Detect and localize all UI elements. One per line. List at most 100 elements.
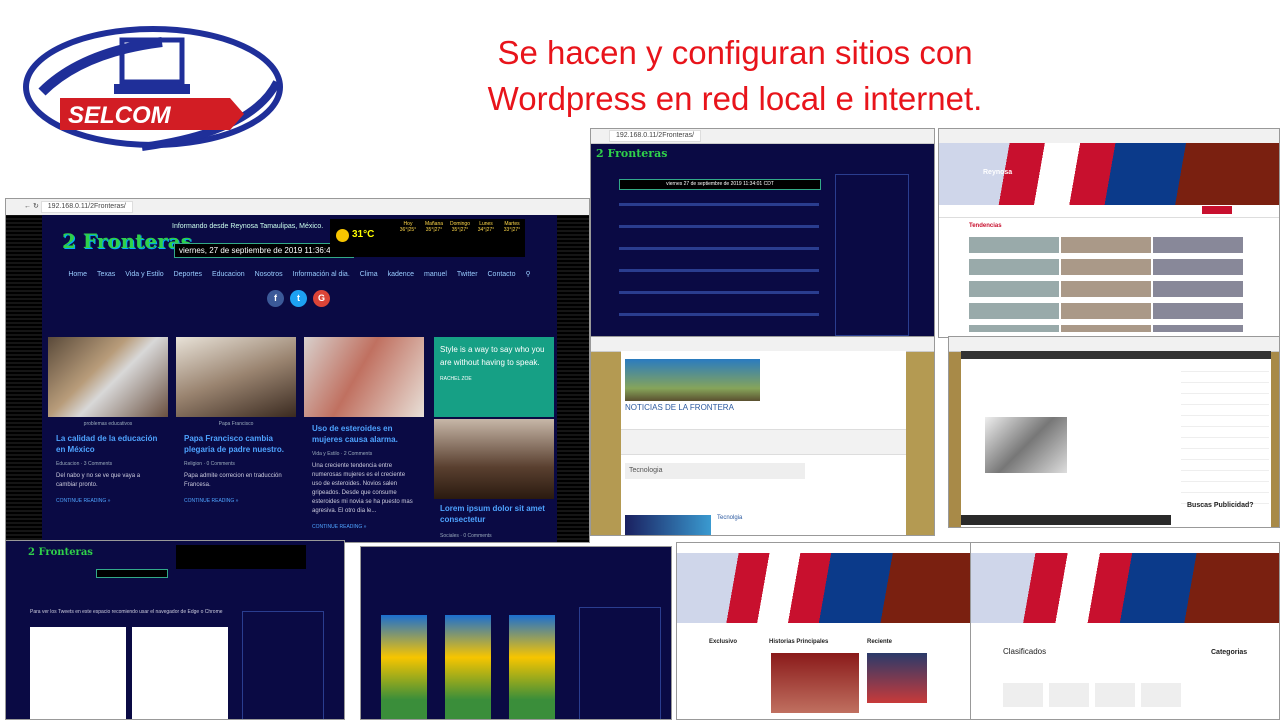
- headline: Se hacen y configuran sitios con Wordpre…: [420, 30, 1050, 122]
- back-icon[interactable]: ←: [24, 203, 31, 210]
- post-excerpt: Una creciente tendencia entre numerosas …: [312, 463, 413, 514]
- logo-text: SELCOM: [68, 102, 172, 129]
- main-screenshot: ← ↻ 192.168.0.11/2Fronteras/ 2 Fronteras…: [5, 198, 590, 543]
- header-banner: [677, 553, 971, 623]
- column-heading: Reciente: [867, 639, 893, 645]
- sidebar-heading: Buscas Publicidad?: [1187, 502, 1254, 509]
- nav-bar: [961, 351, 1271, 359]
- list-item: [1061, 237, 1151, 332]
- column-heading: Historias Principales: [769, 639, 829, 645]
- quote-box: Style is a way to say who you are withou…: [434, 337, 554, 417]
- browser-bar: [949, 337, 1279, 352]
- post-image[interactable]: [304, 337, 424, 417]
- quote-author: RACHEL ZOE: [440, 376, 472, 382]
- sidebar: [1181, 361, 1269, 511]
- post-image[interactable]: [176, 337, 296, 417]
- refresh-icon[interactable]: ↻: [33, 203, 39, 210]
- nav-item[interactable]: manuel: [424, 271, 447, 278]
- read-more-link[interactable]: CONTINUE READING »: [312, 524, 416, 530]
- quote-text: Style is a way to say who you are withou…: [440, 345, 545, 367]
- weather-card: [509, 615, 555, 719]
- nav-item[interactable]: Educacion: [212, 271, 245, 278]
- post-category: Papa Francisco: [218, 421, 254, 427]
- post-image[interactable]: [867, 653, 927, 703]
- main-nav: Home Texas Vida y Estilo Deportes Educac…: [42, 270, 557, 278]
- twitter-icon[interactable]: t: [290, 290, 307, 307]
- nav-item[interactable]: Twitter: [457, 271, 478, 278]
- weather-card: [381, 615, 427, 719]
- sidebar: [835, 174, 909, 336]
- post-excerpt: Papa admite correcion en traducción Fran…: [184, 473, 282, 488]
- nav-item[interactable]: Información al dia.: [293, 271, 350, 278]
- list-item: [619, 313, 819, 316]
- list-item: [619, 269, 819, 272]
- post-image[interactable]: [48, 337, 168, 417]
- post-title[interactable]: Uso de esteroides en mujeres causa alarm…: [312, 423, 416, 445]
- weather-widget: [176, 545, 306, 569]
- post-title[interactable]: Lorem ipsum dolor sit amet consectetur: [440, 503, 550, 525]
- post-title[interactable]: La calidad de la educación en México: [56, 433, 160, 455]
- screenshot-tecnologia: Buscas Publicidad?: [948, 336, 1280, 528]
- sidebar-heading: Categorias: [1211, 649, 1248, 656]
- date-clock: [96, 569, 168, 578]
- nav-item[interactable]: Vida y Estilo: [125, 271, 163, 278]
- search-icon[interactable]: ⚲: [525, 271, 530, 278]
- screenshot-clasificados: Clasificados Categorias: [970, 542, 1280, 720]
- post-card[interactable]: Uso de esteroides en mujeres causa alarm…: [304, 337, 424, 542]
- post-card[interactable]: Papa Francisco Papa Francisco cambia ple…: [176, 337, 296, 542]
- screenshot-site-list: 192.168.0.11/2Fronteras/ 2 Fronteras vie…: [590, 128, 935, 338]
- page-title: Clasificados: [1003, 647, 1047, 656]
- sidebar: [579, 607, 661, 719]
- headline-line1: Se hacen y configuran sitios con: [497, 34, 973, 71]
- post-card[interactable]: problemas educativos La calidad de la ed…: [48, 337, 168, 542]
- header-image: [625, 359, 760, 401]
- url-field[interactable]: 192.168.0.11/2Fronteras/: [40, 201, 133, 213]
- site-brand: 2 Fronteras: [596, 147, 668, 160]
- post-image[interactable]: [625, 515, 711, 535]
- side-pattern-right: [557, 215, 589, 542]
- screenshot-tweets: 2 Fronteras Para ver los Tweets en este …: [5, 540, 345, 720]
- post-image[interactable]: [771, 653, 859, 713]
- site-title[interactable]: NOTICIAS DE LA FRONTERA: [625, 403, 734, 412]
- google-plus-icon[interactable]: G: [313, 290, 330, 307]
- nav-item[interactable]: Nosotros: [255, 271, 283, 278]
- nav-item[interactable]: Texas: [97, 271, 115, 278]
- sidebar: [242, 611, 324, 719]
- post-title[interactable]: Papa Francisco cambia plegaria de padre …: [184, 433, 288, 455]
- post-meta: Sociales · 0 Comments: [440, 533, 492, 539]
- nav-item[interactable]: Home: [68, 271, 87, 278]
- category-buttons[interactable]: [1003, 683, 1183, 707]
- weather-day: Hoy 36°|25°: [399, 221, 417, 233]
- screenshot-exclusivo: Exclusivo Historias Principales Reciente: [676, 542, 972, 720]
- post-meta: Religion · 0 Comments: [184, 461, 235, 467]
- post-excerpt: Del nabo y no se ve que vaya a cambiar p…: [56, 473, 141, 488]
- site-brand[interactable]: 2 Fronteras: [62, 229, 192, 253]
- url-field[interactable]: 192.168.0.11/2Fronteras/: [609, 130, 702, 142]
- post-image[interactable]: [985, 417, 1067, 473]
- tweet-embed[interactable]: [30, 627, 126, 719]
- read-more-link[interactable]: CONTINUE READING »: [56, 498, 160, 504]
- headline-line2: Wordpress en red local e internet.: [487, 80, 983, 117]
- date-clock: viernes, 27 de septiembre de 2019 11:36:…: [174, 243, 354, 258]
- tweet-embed[interactable]: [132, 627, 228, 719]
- post-category: problemas educativos: [83, 421, 133, 427]
- post-title[interactable]: Tecnolgia: [717, 515, 742, 521]
- nav-item[interactable]: Contacto: [488, 271, 516, 278]
- nav-item[interactable]: Deportes: [174, 271, 202, 278]
- facebook-icon[interactable]: f: [267, 290, 284, 307]
- post-image[interactable]: [434, 419, 554, 499]
- trends-button[interactable]: [1202, 206, 1232, 214]
- browser-bar: [939, 129, 1279, 144]
- site-brand: 2 Fronteras: [28, 547, 93, 558]
- browser-bar: 192.168.0.11/2Fronteras/: [591, 129, 934, 144]
- ticker-bar: [961, 515, 1171, 525]
- tweets-banner: Para ver los Tweets en este espacio reco…: [30, 609, 223, 615]
- site-brand: Reynosa: [983, 169, 1013, 176]
- post-meta: Educacion · 3 Comments: [56, 461, 113, 467]
- nav-item[interactable]: Clima: [360, 271, 378, 278]
- read-more-link[interactable]: CONTINUE READING »: [184, 498, 288, 504]
- list-item: [619, 225, 819, 228]
- weather-day: Domingo 35°|27°: [449, 221, 470, 233]
- nav-item[interactable]: kadence: [388, 271, 414, 278]
- site-page: 2 Fronteras Informando desde Reynosa Tam…: [42, 215, 557, 542]
